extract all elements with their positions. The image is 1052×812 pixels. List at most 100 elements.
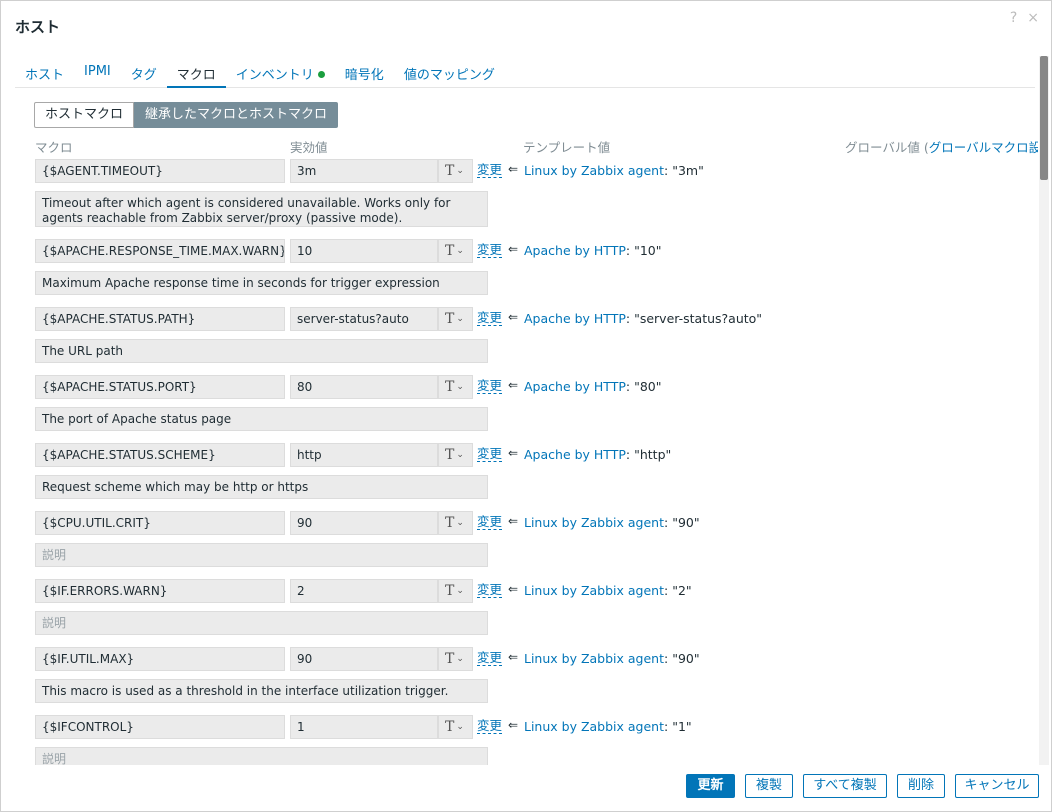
value-type-dropdown[interactable]: T ⌄: [438, 375, 473, 399]
macro-value-field[interactable]: 3m: [290, 159, 438, 183]
value-type-dropdown[interactable]: T ⌄: [438, 511, 473, 535]
template-link[interactable]: Linux by Zabbix agent: [524, 651, 664, 666]
host-macros-button[interactable]: ホストマクロ: [34, 102, 135, 128]
macro-value-field[interactable]: http: [290, 443, 438, 467]
global-macros-link[interactable]: グローバルマクロ設定: [929, 140, 1038, 155]
macro-description-field[interactable]: 説明: [35, 747, 488, 765]
macro-value-field[interactable]: 1: [290, 715, 438, 739]
template-link[interactable]: Linux by Zabbix agent: [524, 719, 664, 734]
chevron-down-icon: ⌄: [456, 722, 464, 732]
template-value: Apache by HTTP: "server-status?auto": [524, 311, 762, 326]
value-type-dropdown[interactable]: T ⌄: [438, 647, 473, 671]
template-link[interactable]: Apache by HTTP: [524, 379, 626, 394]
macro-value-field[interactable]: server-status?auto: [290, 307, 438, 331]
chevron-down-icon: ⌄: [456, 314, 464, 324]
text-type-icon: T: [445, 163, 455, 179]
change-link[interactable]: 変更: [477, 378, 503, 394]
macro-name-field[interactable]: {$IFCONTROL}: [35, 715, 285, 739]
macro-row: {$APACHE.RESPONSE_TIME.MAX.WARN} 10 T ⌄ 変更 ⇐ A…: [35, 239, 1035, 263]
macro-description-field[interactable]: This macro is used as a threshold in the…: [35, 679, 488, 703]
update-button[interactable]: 更新: [686, 774, 735, 798]
inherited-macros-button[interactable]: 継承したマクロとホストマクロ: [134, 102, 339, 128]
macro-description-field[interactable]: The URL path: [35, 339, 488, 363]
tab-label: 値のマッピング: [403, 68, 495, 83]
macro-description-field[interactable]: Timeout after which agent is considered …: [35, 191, 488, 227]
delete-button[interactable]: 削除: [897, 774, 945, 798]
macro-value-field[interactable]: 80: [290, 375, 438, 399]
template-value-text: : "3m": [664, 163, 704, 178]
macro-row: {$AGENT.TIMEOUT} 3m T ⌄ 変更 ⇐ Linux by Zabbix a…: [35, 159, 1035, 183]
text-type-icon: T: [445, 515, 455, 531]
value-type-dropdown[interactable]: T ⌄: [438, 239, 473, 263]
macro-name-field[interactable]: {$APACHE.STATUS.PATH}: [35, 307, 285, 331]
value-type-dropdown[interactable]: T ⌄: [438, 579, 473, 603]
template-value-text: : "80": [625, 379, 662, 394]
macro-description-field[interactable]: Maximum Apache response time in seconds …: [35, 271, 488, 295]
macro-name-field[interactable]: {$AGENT.TIMEOUT}: [35, 159, 285, 183]
template-value: Apache by HTTP: "http": [524, 447, 671, 462]
template-link[interactable]: Linux by Zabbix agent: [524, 163, 664, 178]
change-link[interactable]: 変更: [477, 446, 503, 462]
macro-row: {$APACHE.STATUS.SCHEME} http T ⌄ 変更 ⇐ Apache b…: [35, 443, 1035, 467]
tab-0[interactable]: ホスト: [15, 57, 74, 88]
template-value: Linux by Zabbix agent: "3m": [524, 163, 704, 178]
change-link[interactable]: 変更: [477, 242, 503, 258]
chevron-down-icon: ⌄: [456, 166, 464, 176]
template-link[interactable]: Linux by Zabbix agent: [524, 515, 664, 530]
macro-name-field[interactable]: {$APACHE.RESPONSE_TIME.MAX.WARN}: [35, 239, 285, 263]
tab-2[interactable]: タグ: [121, 57, 167, 88]
tab-1[interactable]: IPMI: [74, 57, 121, 88]
macro-value-field[interactable]: 90: [290, 511, 438, 535]
clone-button[interactable]: 複製: [745, 774, 793, 798]
macro-description-field[interactable]: Request scheme which may be http or http…: [35, 475, 488, 499]
chevron-down-icon: ⌄: [456, 382, 464, 392]
template-value: Linux by Zabbix agent: "1": [524, 719, 692, 734]
text-type-icon: T: [445, 311, 455, 327]
template-value-text: : "2": [664, 583, 692, 598]
template-link[interactable]: Linux by Zabbix agent: [524, 583, 664, 598]
scrollbar[interactable]: [1039, 56, 1049, 766]
change-link[interactable]: 変更: [477, 650, 503, 666]
tab-6[interactable]: 値のマッピング: [394, 57, 505, 88]
change-link[interactable]: 変更: [477, 310, 503, 326]
template-value: Apache by HTTP: "10": [524, 243, 662, 258]
tab-3[interactable]: マクロ: [166, 57, 226, 88]
change-link[interactable]: 変更: [477, 718, 503, 734]
template-link[interactable]: Apache by HTTP: [524, 243, 626, 258]
change-link[interactable]: 変更: [477, 162, 503, 178]
macro-value-field[interactable]: 90: [290, 647, 438, 671]
macro-name-field[interactable]: {$APACHE.STATUS.SCHEME}: [35, 443, 285, 467]
scrollbar-thumb[interactable]: [1040, 56, 1048, 180]
full-clone-button[interactable]: すべて複製: [803, 774, 887, 798]
inherit-arrow-icon: ⇐: [508, 718, 519, 732]
host-dialog: ホスト ? × ホスト IPMI タグ マクロ インベントリ 暗号化 値のマッピング ホスト…: [0, 0, 1052, 812]
macro-description-field[interactable]: The port of Apache status page: [35, 407, 488, 431]
macro-value-field[interactable]: 2: [290, 579, 438, 603]
chevron-down-icon: ⌄: [456, 586, 464, 596]
cancel-button[interactable]: キャンセル: [955, 774, 1039, 798]
inherit-arrow-icon: ⇐: [508, 650, 519, 664]
tab-5[interactable]: 暗号化: [335, 57, 394, 88]
value-type-dropdown[interactable]: T ⌄: [438, 159, 473, 183]
macro-description-field[interactable]: 説明: [35, 543, 488, 567]
macro-name-field[interactable]: {$IF.UTIL.MAX}: [35, 647, 285, 671]
macro-name-field[interactable]: {$IF.ERRORS.WARN}: [35, 579, 285, 603]
value-type-dropdown[interactable]: T ⌄: [438, 715, 473, 739]
macro-row: {$APACHE.STATUS.PATH} server-status?auto T…: [35, 307, 1035, 331]
help-icon[interactable]: ?: [1010, 10, 1017, 26]
macro-value-field[interactable]: 10: [290, 239, 438, 263]
change-link[interactable]: 変更: [477, 514, 503, 530]
status-dot-icon: [317, 71, 325, 78]
template-link[interactable]: Apache by HTTP: [524, 311, 626, 326]
chevron-down-icon: ⌄: [456, 518, 464, 528]
tab-4[interactable]: インベントリ: [226, 57, 335, 88]
value-type-dropdown[interactable]: T ⌄: [438, 443, 473, 467]
change-link[interactable]: 変更: [477, 582, 503, 598]
macro-name-field[interactable]: {$CPU.UTIL.CRIT}: [35, 511, 285, 535]
macro-name-field[interactable]: {$APACHE.STATUS.PORT}: [35, 375, 285, 399]
close-icon[interactable]: ×: [1027, 10, 1039, 26]
template-link[interactable]: Apache by HTTP: [524, 447, 626, 462]
value-type-dropdown[interactable]: T ⌄: [438, 307, 473, 331]
column-header-effective-value: 実効値: [290, 140, 328, 155]
macro-description-field[interactable]: 説明: [35, 611, 488, 635]
